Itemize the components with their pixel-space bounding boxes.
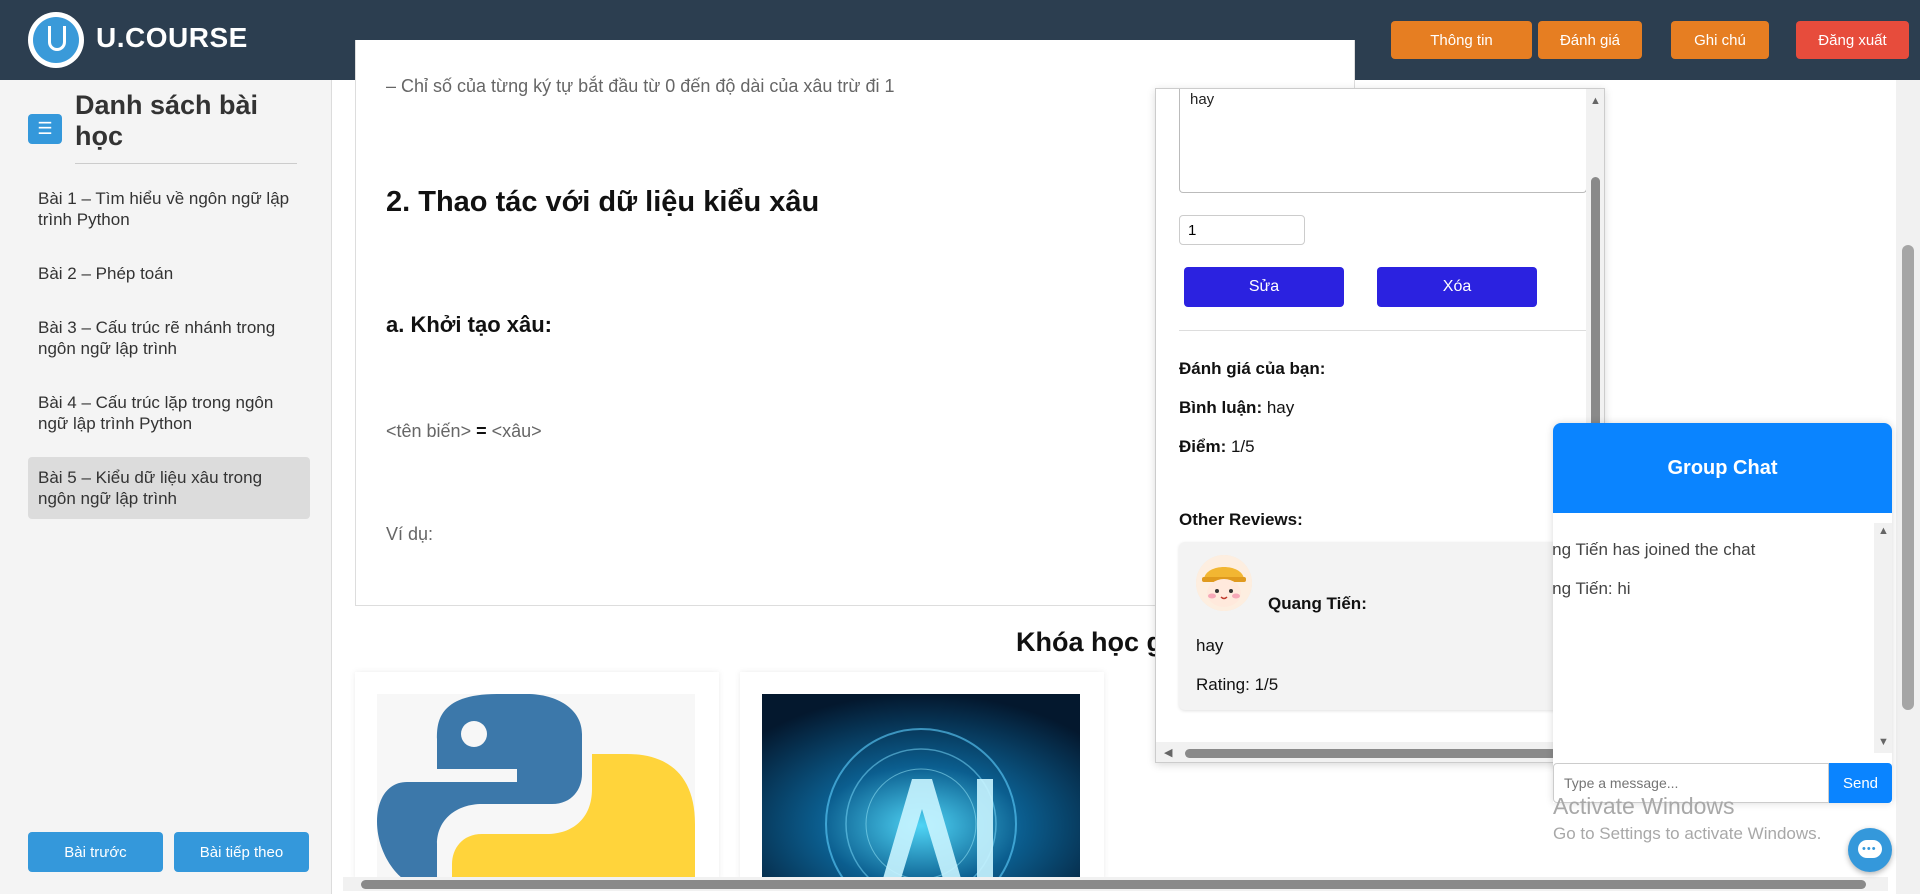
sidebar-title: Danh sách bài học (75, 90, 259, 151)
lesson-item-2[interactable]: Bài 2 – Phép toán (28, 253, 310, 294)
next-lesson-button[interactable]: Bài tiếp theo (174, 832, 309, 872)
avatar (1196, 555, 1252, 611)
your-review-label: Đánh giá của bạn: (1179, 359, 1326, 378)
review-button[interactable]: Đánh giá (1538, 21, 1642, 59)
chat-vertical-scrollbar[interactable]: ▲ ▼ (1874, 523, 1892, 753)
chat-title: Group Chat (1553, 423, 1892, 513)
ucourse-logo-icon[interactable] (28, 12, 84, 68)
logout-button[interactable]: Đăng xuất (1796, 21, 1909, 59)
your-comment-line: Bình luận: hay (1179, 398, 1294, 418)
reviewer-comment: hay (1196, 636, 1224, 655)
ai-course-image (762, 694, 1080, 882)
scroll-left-arrow-icon[interactable]: ◀ (1164, 746, 1172, 759)
chat-send-button[interactable]: Send (1829, 763, 1892, 803)
group-chat-panel: Group Chat Quang Tiến has joined the cha… (1553, 423, 1892, 803)
lesson-item-5[interactable]: Bài 5 – Kiểu dữ liệu xâu trong ngôn ngữ … (28, 457, 310, 519)
chat-message: Quang Tiến: hi (1553, 579, 1631, 598)
related-courses-title: Khóa học g (1016, 627, 1163, 657)
watermark-line-1: Activate Windows (1553, 793, 1735, 819)
chat-bubble-icon[interactable] (1848, 828, 1892, 872)
page-horizontal-scrollbar[interactable] (343, 877, 1888, 891)
score-label: Điểm: (1179, 437, 1227, 456)
prev-lesson-button[interactable]: Bài trước (28, 832, 163, 872)
review-comment-textarea[interactable]: hay (1179, 89, 1587, 193)
subsection-heading: a. Khởi tạo xâu: (386, 312, 552, 337)
lesson-list: Bài 1 – Tìm hiểu về ngôn ngữ lập trình P… (28, 178, 310, 532)
other-reviews-label: Other Reviews: (1179, 510, 1303, 529)
lesson-item-3[interactable]: Bài 3 – Cấu trúc rẽ nhánh trong ngôn ngữ… (28, 307, 310, 369)
chat-message: Quang Tiến has joined the chat (1553, 540, 1756, 559)
course-card-python[interactable] (355, 672, 719, 882)
app-logo-text[interactable]: U.COURSE (96, 22, 248, 54)
syntax-variable: <tên biến> (386, 421, 472, 441)
your-score-line: Điểm: 1/5 (1179, 437, 1255, 457)
course-card-ai[interactable] (740, 672, 1104, 882)
comment-label: Bình luận: (1179, 398, 1263, 417)
sidebar-divider (75, 163, 297, 164)
example-label: Ví dụ: (386, 524, 434, 544)
syntax-line: <tên biến> = <xâu> (386, 421, 542, 442)
lesson-item-1[interactable]: Bài 1 – Tìm hiểu về ngôn ngữ lập trình P… (28, 178, 310, 240)
reviewer-rating: Rating: 1/5 (1196, 675, 1279, 694)
menu-toggle-button[interactable]: ☰ (28, 114, 62, 144)
hamburger-icon: ☰ (37, 119, 53, 138)
reviewer-name: Quang Tiến: (1268, 594, 1367, 613)
score-text: 1/5 (1230, 437, 1255, 456)
syntax-value: <xâu> (491, 421, 542, 441)
lesson-sidebar: ☰ Danh sách bài học Bài 1 – Tìm hiểu về … (0, 80, 332, 894)
review-score-input[interactable] (1179, 215, 1305, 245)
windows-activation-watermark: Activate Windows Go to Settings to activ… (1553, 793, 1821, 844)
chat-scroll-up-arrow-icon[interactable]: ▲ (1878, 525, 1889, 537)
chat-scroll-down-arrow-icon[interactable]: ▼ (1878, 736, 1889, 748)
comment-text: hay (1266, 398, 1295, 417)
python-logo (377, 694, 695, 882)
review-divider (1179, 330, 1587, 331)
info-button[interactable]: Thông tin (1391, 21, 1532, 59)
section-heading: 2. Thao tác với dữ liệu kiểu xâu (386, 186, 820, 218)
review-panel-horizontal-scroll-thumb[interactable] (1185, 749, 1557, 758)
chat-messages: Quang Tiến has joined the chat Quang Tiế… (1553, 523, 1892, 753)
page-vertical-scroll-thumb[interactable] (1902, 245, 1914, 710)
content-paragraph: – Chỉ số của từng ký tự bắt đầu từ 0 đến… (386, 76, 895, 96)
watermark-line-2: Go to Settings to activate Windows. (1553, 824, 1822, 843)
page-horizontal-scroll-thumb[interactable] (361, 880, 1866, 889)
review-panel: hay Sửa Xóa Đánh giá của bạn: Bình luận:… (1155, 88, 1605, 763)
page-vertical-scrollbar[interactable] (1896, 80, 1920, 894)
edit-review-button[interactable]: Sửa (1184, 267, 1344, 307)
delete-review-button[interactable]: Xóa (1377, 267, 1537, 307)
review-panel-horizontal-scrollbar[interactable]: ◀ ▶ (1156, 742, 1586, 762)
notes-button[interactable]: Ghi chú (1671, 21, 1769, 59)
scroll-up-arrow-icon[interactable]: ▲ (1590, 95, 1601, 107)
other-review-card: Quang Tiến: hay Rating: 1/5 (1179, 542, 1587, 710)
lesson-item-4[interactable]: Bài 4 – Cấu trúc lặp trong ngôn ngữ lập … (28, 382, 310, 444)
syntax-equals: = (471, 421, 492, 441)
